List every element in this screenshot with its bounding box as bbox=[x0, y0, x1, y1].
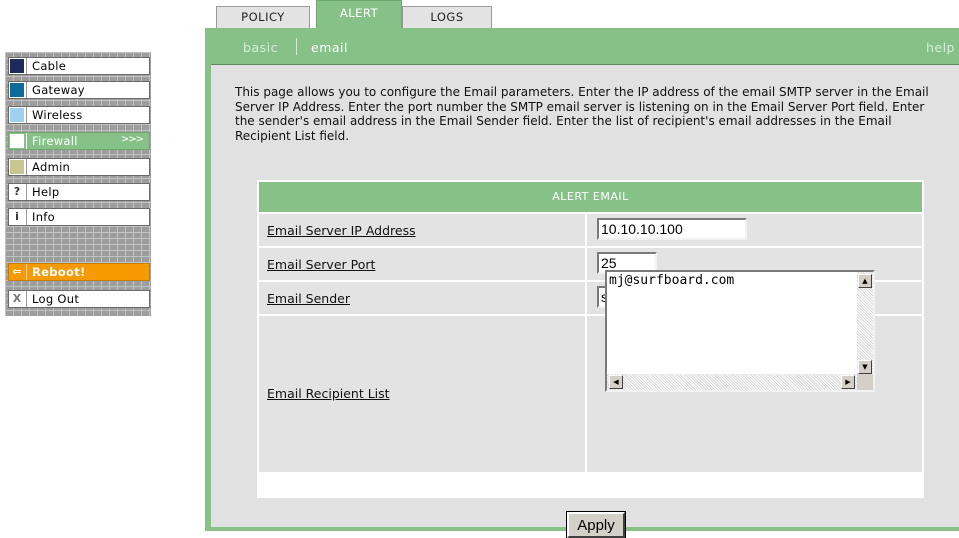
tab-logs[interactable]: LOGS bbox=[402, 6, 492, 28]
sidebar-item-firewall[interactable]: Firewall >>> bbox=[8, 132, 150, 150]
subnav-help-link[interactable]: help bbox=[926, 40, 955, 55]
sender-label[interactable]: Email Sender bbox=[267, 291, 350, 306]
firewall-icon bbox=[10, 134, 24, 148]
sidebar-item-label: Gateway bbox=[32, 83, 85, 97]
sidebar-item-info[interactable]: i Info bbox=[8, 208, 150, 226]
wireless-icon bbox=[10, 108, 24, 122]
table-row: Email Server Port bbox=[259, 248, 585, 280]
logout-icon: X bbox=[12, 292, 22, 305]
vertical-scrollbar[interactable]: ▲ ▼ bbox=[857, 272, 873, 374]
table-row: Email Server IP Address bbox=[259, 214, 585, 246]
server-ip-label[interactable]: Email Server IP Address bbox=[267, 223, 416, 238]
chevron-right-icon: >>> bbox=[120, 134, 144, 145]
gateway-icon bbox=[10, 83, 24, 97]
sidebar-item-label: Wireless bbox=[32, 108, 83, 122]
sidebar-nav: Cable Gateway Wireless Firewall >>> Admi… bbox=[5, 52, 151, 316]
sidebar-item-label: Admin bbox=[32, 160, 71, 174]
sidebar-item-wireless[interactable]: Wireless bbox=[8, 106, 150, 124]
admin-icon bbox=[10, 160, 24, 174]
sub-navigation: basic email help bbox=[205, 28, 959, 63]
recipient-list-value: mj@surfboard.com bbox=[609, 273, 735, 288]
tab-alert[interactable]: ALERT bbox=[316, 0, 402, 30]
recipient-list-label[interactable]: Email Recipient List bbox=[267, 386, 390, 401]
table-row: Email Sender bbox=[259, 282, 585, 314]
reboot-button[interactable]: ⇐ Reboot! bbox=[8, 263, 150, 281]
scrollbar-corner bbox=[857, 374, 873, 390]
scroll-left-icon[interactable]: ◀ bbox=[609, 375, 623, 389]
main-panel: basic email help This page allows you to… bbox=[205, 28, 959, 538]
sidebar-item-label: Cable bbox=[32, 59, 67, 73]
sidebar-item-label: Info bbox=[32, 210, 55, 224]
scroll-right-icon[interactable]: ▶ bbox=[841, 375, 855, 389]
server-ip-input[interactable] bbox=[597, 218, 747, 240]
sidebar-item-cable[interactable]: Cable bbox=[8, 57, 150, 75]
form-header: ALERT EMAIL bbox=[259, 182, 922, 212]
logout-button[interactable]: X Log Out bbox=[8, 290, 150, 308]
recipient-list-textarea[interactable]: mj@surfboard.com ▲ ▼ ◀ ▶ bbox=[605, 270, 875, 392]
reboot-label: Reboot! bbox=[32, 265, 86, 279]
sidebar-item-label: Firewall bbox=[32, 134, 78, 148]
logout-label: Log Out bbox=[32, 292, 80, 306]
page-description: This page allows you to configure the Em… bbox=[235, 85, 929, 143]
tab-policy[interactable]: POLICY bbox=[216, 6, 310, 28]
horizontal-scrollbar[interactable]: ◀ ▶ bbox=[607, 374, 857, 390]
subnav-email-link[interactable]: email bbox=[311, 40, 348, 55]
info-icon: i bbox=[15, 210, 19, 223]
sidebar-item-admin[interactable]: Admin bbox=[8, 158, 150, 176]
sidebar-item-label: Help bbox=[32, 185, 60, 199]
scroll-down-icon[interactable]: ▼ bbox=[858, 360, 872, 374]
reboot-icon: ⇐ bbox=[10, 265, 24, 279]
help-icon: ? bbox=[13, 185, 21, 198]
sidebar-item-gateway[interactable]: Gateway bbox=[8, 81, 150, 99]
apply-button[interactable]: Apply bbox=[566, 511, 626, 538]
table-row: Email Recipient List bbox=[259, 316, 585, 472]
sidebar-item-help[interactable]: ? Help bbox=[8, 183, 150, 201]
scroll-up-icon[interactable]: ▲ bbox=[858, 274, 872, 288]
subnav-basic-link[interactable]: basic bbox=[243, 40, 278, 55]
subnav-divider bbox=[296, 38, 297, 55]
cable-icon bbox=[10, 59, 24, 73]
content-area: This page allows you to configure the Em… bbox=[211, 64, 959, 538]
server-port-label[interactable]: Email Server Port bbox=[267, 257, 375, 272]
